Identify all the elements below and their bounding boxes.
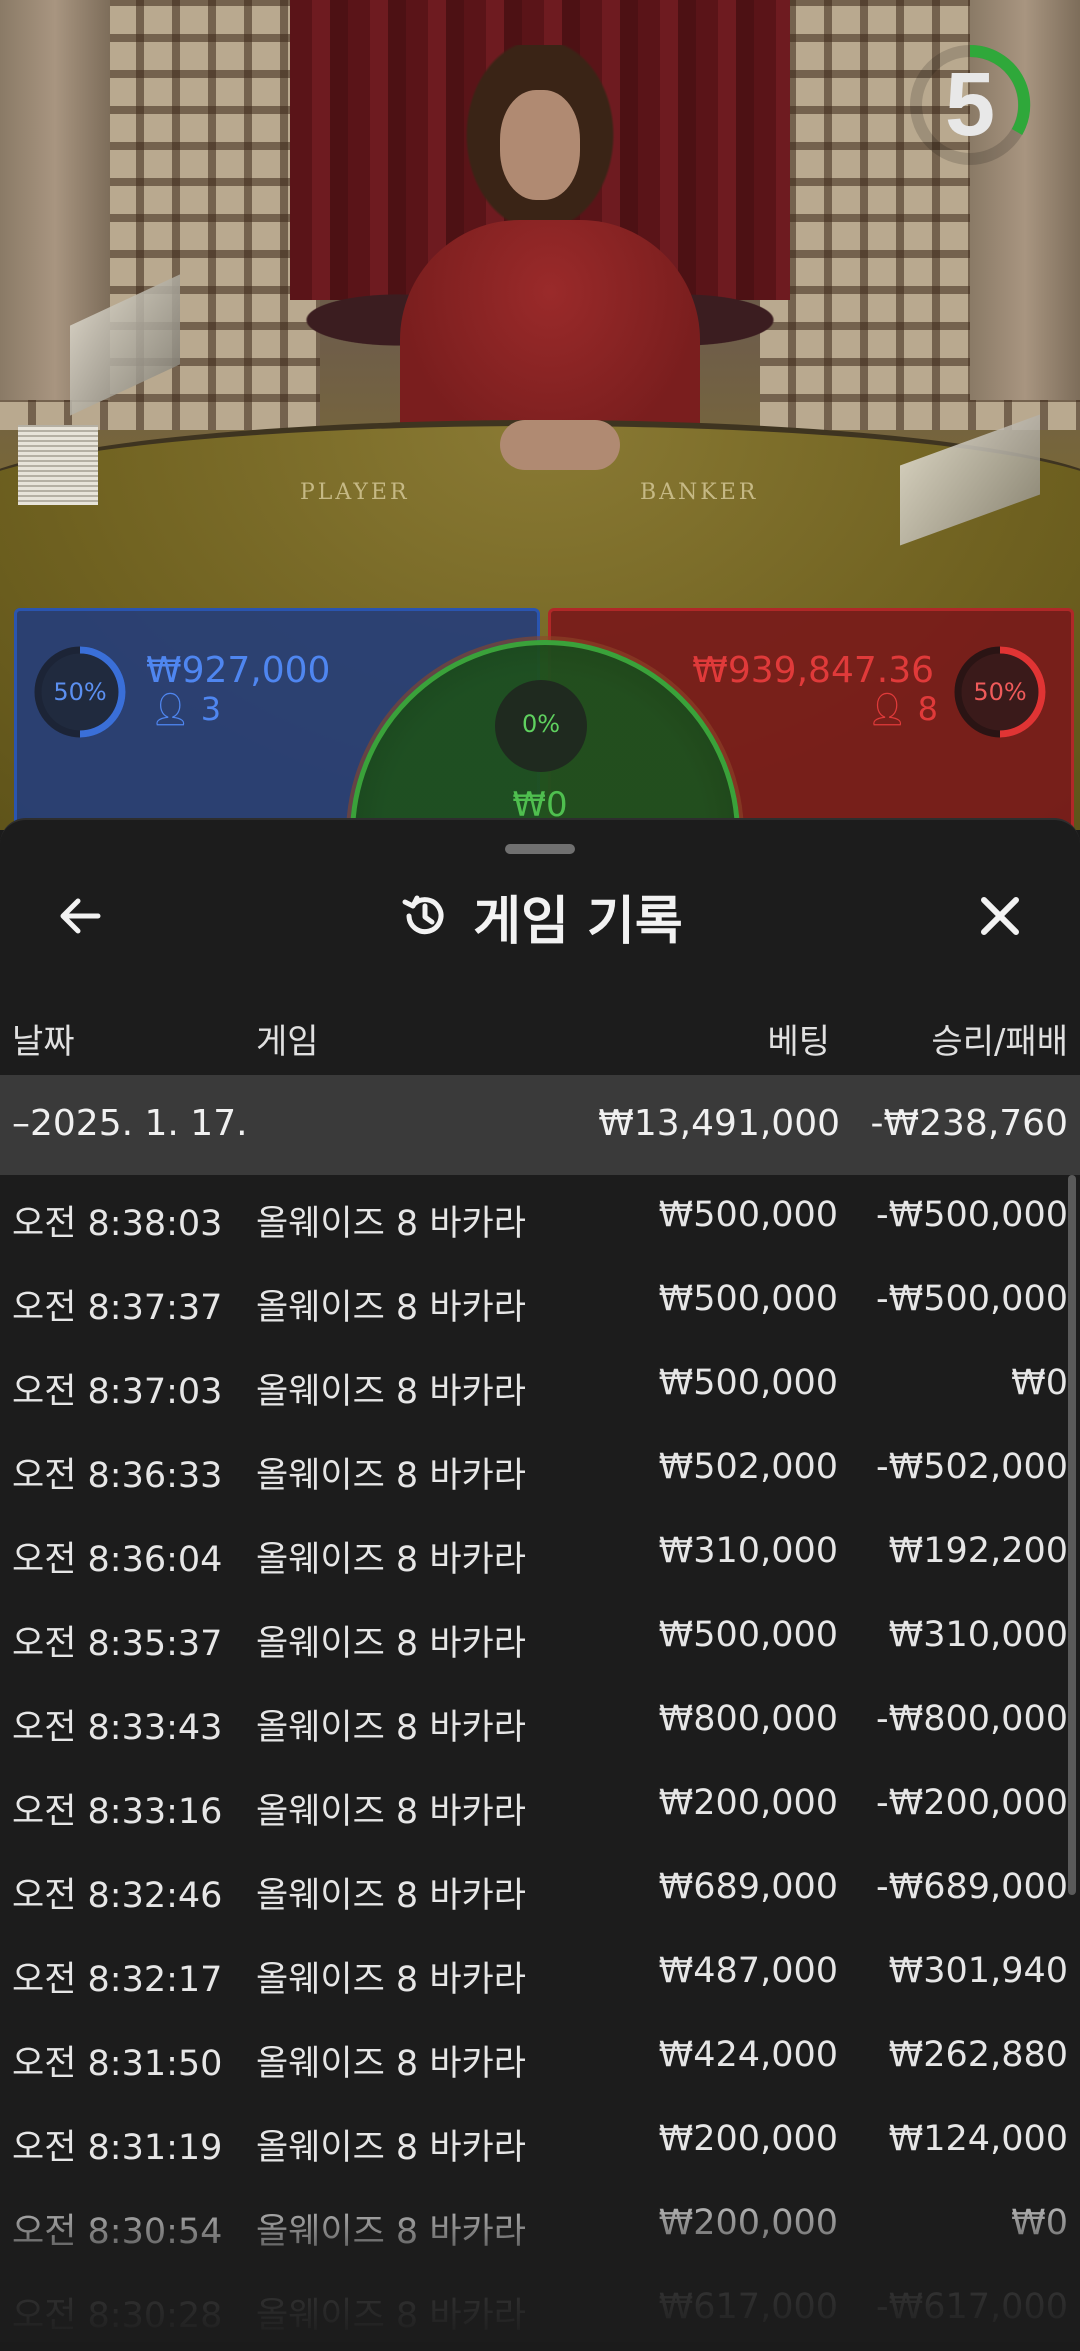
player-count: 👤︎ 3 — [150, 690, 222, 728]
column-header-game: 게임 — [256, 1022, 319, 1062]
row-result: ₩192,200 — [888, 1531, 1068, 1571]
dealer-hands — [500, 420, 620, 470]
row-bet: ₩800,000 — [658, 1699, 838, 1739]
row-bet: ₩424,000 — [658, 2035, 838, 2075]
row-time: 오전 8:32:17 — [12, 1960, 223, 2000]
column-header-date: 날짜 — [12, 1022, 75, 1062]
history-row[interactable]: 오전 8:35:37 올웨이즈 8 바카라 ₩500,000 ₩310,000 — [0, 1595, 1068, 1679]
person-icon: 👤︎ — [150, 690, 191, 728]
history-row[interactable]: 오전 8:33:43 올웨이즈 8 바카라 ₩800,000 -₩800,000 — [0, 1679, 1068, 1763]
row-result: ₩0 — [1011, 1363, 1068, 1403]
row-time: 오전 8:38:03 — [12, 1204, 223, 1244]
dealer-face — [500, 90, 580, 200]
row-game: 올웨이즈 8 바카라 — [256, 1456, 526, 1496]
history-icon — [402, 895, 444, 935]
row-time: 오전 8:33:43 — [12, 1708, 223, 1748]
row-result: -₩502,000 — [876, 1447, 1068, 1487]
sheet-drag-handle[interactable] — [505, 844, 575, 854]
row-result: ₩301,940 — [888, 1951, 1068, 1991]
row-time: 오전 8:32:46 — [12, 1876, 223, 1916]
felt-label-player: PLAYER — [300, 480, 410, 505]
sheet-title: 게임 기록 — [473, 891, 683, 952]
history-row[interactable]: 오전 8:31:19 올웨이즈 8 바카라 ₩200,000 ₩124,000 — [0, 2099, 1068, 2183]
tie-percent: 0% — [521, 710, 561, 738]
row-bet: ₩500,000 — [658, 1279, 838, 1319]
date-group-bet-total: ₩13,491,000 — [598, 1103, 840, 1144]
row-bet: ₩500,000 — [658, 1195, 838, 1235]
row-result: -₩689,000 — [876, 1867, 1068, 1907]
date-group-row[interactable]: –2025. 1. 17. ₩13,491,000 -₩238,760 — [0, 1075, 1080, 1175]
row-game: 올웨이즈 8 바카라 — [256, 1708, 526, 1748]
sheet-header: 게임 기록 — [0, 880, 1080, 952]
history-row[interactable]: 오전 8:37:37 올웨이즈 8 바카라 ₩500,000 -₩500,000 — [0, 1259, 1068, 1343]
history-row[interactable]: 오전 8:36:33 올웨이즈 8 바카라 ₩502,000 -₩502,000 — [0, 1427, 1068, 1511]
row-result: ₩124,000 — [888, 2119, 1068, 2159]
game-history-sheet: 게임 기록 날짜 게임 베팅 승리/패배 –2025. 1. 17. ₩13,4… — [0, 818, 1080, 2342]
countdown-number: 5 — [944, 55, 996, 155]
list-fade-overlay — [0, 2180, 1080, 2342]
row-time: 오전 8:31:50 — [12, 2044, 223, 2084]
row-game: 올웨이즈 8 바카라 — [256, 2128, 526, 2168]
row-time: 오전 8:37:37 — [12, 1288, 223, 1328]
row-game: 올웨이즈 8 바카라 — [256, 1960, 526, 2000]
row-game: 올웨이즈 8 바카라 — [256, 2044, 526, 2084]
banker-count: 👤︎ 8 — [866, 690, 938, 728]
row-bet: ₩200,000 — [658, 1783, 838, 1823]
history-row[interactable]: 오전 8:32:46 올웨이즈 8 바카라 ₩689,000 -₩689,000 — [0, 1847, 1068, 1931]
scrollbar[interactable] — [1068, 1175, 1076, 1895]
history-row[interactable]: 오전 8:36:04 올웨이즈 8 바카라 ₩310,000 ₩192,200 — [0, 1511, 1068, 1595]
history-row[interactable]: 오전 8:37:03 올웨이즈 8 바카라 ₩500,000 ₩0 — [0, 1343, 1068, 1427]
banker-percent: 50% — [973, 678, 1027, 706]
column-header-result: 승리/패배 — [931, 1022, 1068, 1062]
row-result: ₩262,880 — [888, 2035, 1068, 2075]
history-row[interactable]: 오전 8:33:16 올웨이즈 8 바카라 ₩200,000 -₩200,000 — [0, 1763, 1068, 1847]
row-bet: ₩200,000 — [658, 2119, 838, 2159]
close-button[interactable] — [964, 880, 1036, 952]
history-list[interactable]: 오전 8:38:03 올웨이즈 8 바카라 ₩500,000 -₩500,000 오전 … — [0, 1175, 1068, 2351]
row-game: 올웨이즈 8 바카라 — [256, 1540, 526, 1580]
row-time: 오전 8:33:16 — [12, 1792, 223, 1832]
row-game: 올웨이즈 8 바카라 — [256, 1288, 526, 1328]
row-bet: ₩689,000 — [658, 1867, 838, 1907]
row-time: 오전 8:36:33 — [12, 1456, 223, 1496]
row-result: -₩200,000 — [876, 1783, 1068, 1823]
row-game: 올웨이즈 8 바카라 — [256, 1372, 526, 1412]
row-bet: ₩500,000 — [658, 1363, 838, 1403]
history-row[interactable]: 오전 8:32:17 올웨이즈 8 바카라 ₩487,000 ₩301,940 — [0, 1931, 1068, 2015]
row-time: 오전 8:31:19 — [12, 2128, 223, 2168]
history-row[interactable]: 오전 8:31:50 올웨이즈 8 바카라 ₩424,000 ₩262,880 — [0, 2015, 1068, 2099]
row-result: -₩500,000 — [876, 1279, 1068, 1319]
row-game: 올웨이즈 8 바카라 — [256, 1792, 526, 1832]
banker-total-amount: ₩939,847.36 — [692, 650, 934, 691]
date-group-label: –2025. 1. 17. — [12, 1103, 248, 1144]
column-header-bet: 베팅 — [767, 1022, 830, 1062]
row-bet: ₩502,000 — [658, 1447, 838, 1487]
row-bet: ₩500,000 — [658, 1615, 838, 1655]
row-game: 올웨이즈 8 바카라 — [256, 1204, 526, 1244]
row-bet: ₩487,000 — [658, 1951, 838, 1991]
row-result: ₩310,000 — [888, 1615, 1068, 1655]
row-time: 오전 8:35:37 — [12, 1624, 223, 1664]
row-time: 오전 8:37:03 — [12, 1372, 223, 1412]
felt-label-banker: BANKER — [640, 480, 759, 505]
row-result: -₩500,000 — [876, 1195, 1068, 1235]
row-bet: ₩310,000 — [658, 1531, 838, 1571]
player-total-amount: ₩927,000 — [146, 650, 331, 691]
date-group-result-total: -₩238,760 — [870, 1103, 1068, 1144]
card-stack — [18, 425, 98, 505]
close-icon — [981, 897, 1019, 935]
row-game: 올웨이즈 8 바카라 — [256, 1624, 526, 1664]
player-percent: 50% — [53, 678, 107, 706]
row-result: -₩800,000 — [876, 1699, 1068, 1739]
row-time: 오전 8:36:04 — [12, 1540, 223, 1580]
history-row[interactable]: 오전 8:38:03 올웨이즈 8 바카라 ₩500,000 -₩500,000 — [0, 1175, 1068, 1259]
person-icon: 👤︎ — [866, 690, 908, 728]
row-game: 올웨이즈 8 바카라 — [256, 1876, 526, 1916]
